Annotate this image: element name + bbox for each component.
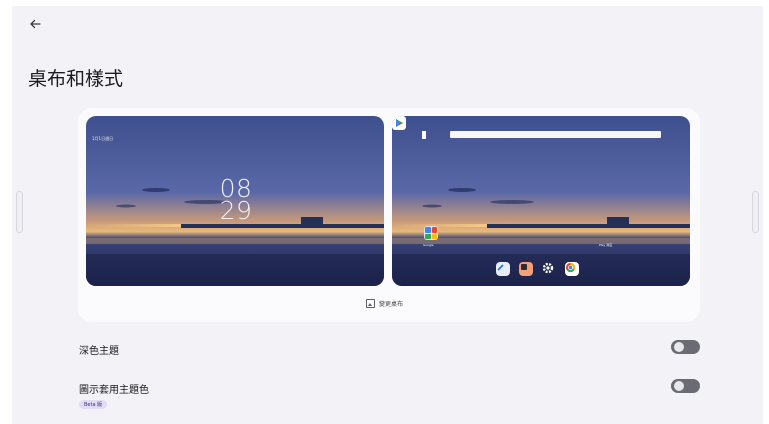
status-indicator: [422, 131, 426, 139]
wallpaper-image: [392, 116, 690, 286]
google-folder-icon: [424, 226, 438, 240]
clock-minute: 29: [219, 196, 253, 225]
wallpaper-preview-card: 1月1日週日 08 29 Google Play 商店 變更桌布: [78, 108, 700, 322]
pencil-icon: [496, 262, 510, 276]
change-wallpaper-label: 變更桌布: [379, 300, 404, 308]
toggle-knob: [674, 342, 684, 352]
lock-screen-preview[interactable]: 1月1日週日 08 29: [86, 116, 384, 286]
change-wallpaper-button[interactable]: 變更桌布: [366, 297, 403, 309]
themed-icons-toggle[interactable]: [671, 379, 700, 393]
dark-theme-label: 深色主題: [79, 346, 119, 357]
lock-status-text: 1月1日週日: [92, 136, 114, 141]
wallpaper-icon: [366, 298, 375, 308]
home-top-bar: [422, 131, 662, 139]
play-store-icon: [392, 116, 406, 130]
lock-clock: 08 29: [216, 176, 256, 225]
app-dock: [496, 262, 579, 276]
dark-theme-toggle[interactable]: [671, 340, 700, 354]
search-bar: [450, 131, 661, 138]
themed-icons-label: 圖示套用主題色: [79, 385, 149, 396]
page-title: 桌布和樣式: [28, 68, 124, 90]
folder-label: Google: [423, 243, 434, 247]
home-screen-preview[interactable]: Google Play 商店: [392, 116, 690, 286]
next-page-handle[interactable]: [752, 191, 759, 233]
toggle-knob: [674, 381, 684, 391]
settings-icon: [542, 262, 556, 276]
chrome-icon: [565, 262, 579, 276]
back-button[interactable]: [26, 14, 46, 34]
wallpaper-style-screen: 桌布和樣式 1月1日週日 08 29 Google Play 商店 變更桌布 深…: [12, 6, 763, 424]
beta-badge: Beta 版: [79, 400, 108, 409]
previous-page-handle[interactable]: [16, 191, 23, 233]
calculator-icon: [519, 262, 533, 276]
arrow-left-icon: [30, 19, 41, 29]
play-store-label: Play 商店: [599, 243, 613, 247]
